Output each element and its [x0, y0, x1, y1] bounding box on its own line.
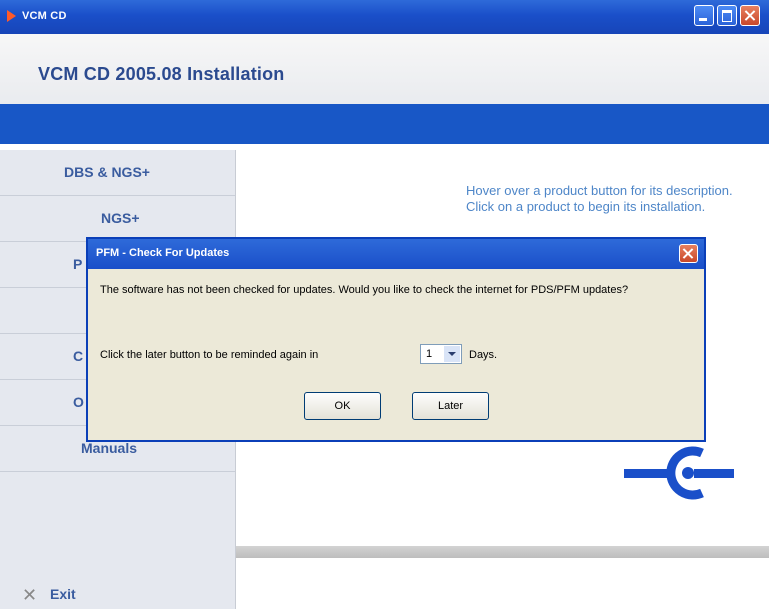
dialog-close-icon[interactable]	[679, 244, 698, 263]
sidebar-item-label: O	[73, 394, 84, 410]
page-title: VCM CD 2005.08 Installation	[38, 64, 285, 84]
dialog-title: PFM - Check For Updates	[96, 247, 230, 259]
close-icon[interactable]	[740, 5, 760, 26]
main-window: VCM CD VCM CD 2005.08 Installation DBS &…	[0, 0, 769, 609]
check-updates-dialog: PFM - Check For Updates The software has…	[86, 237, 706, 442]
days-value: 1	[426, 348, 433, 360]
header-band	[0, 104, 769, 144]
progress-divider	[236, 546, 769, 558]
minimize-icon[interactable]	[694, 5, 714, 26]
title-bar[interactable]: VCM CD	[0, 0, 769, 34]
remind-text: Click the later button to be reminded ag…	[100, 349, 319, 361]
sidebar-item-label: DBS & NGS+	[64, 164, 150, 180]
sidebar-item-label: NGS+	[101, 210, 140, 226]
exit-x-icon: ✕	[22, 585, 38, 605]
hint-text: Hover over a product button for its desc…	[466, 183, 733, 214]
sidebar-item-label: Manuals	[81, 440, 138, 456]
later-button[interactable]: Later	[412, 392, 489, 420]
maximize-icon[interactable]	[717, 5, 737, 26]
days-dropdown[interactable]: 1	[420, 344, 462, 364]
dropdown-arrow-icon[interactable]	[444, 346, 460, 362]
sidebar-item-dbs-ngs[interactable]: DBS & NGS+	[0, 150, 235, 196]
sidebar-item-label: P	[73, 256, 83, 272]
ford-logo-icon	[624, 446, 734, 500]
dialog-title-bar[interactable]: PFM - Check For Updates	[88, 239, 704, 269]
sidebar-item-ngs[interactable]: NGS+	[0, 196, 235, 242]
app-play-icon	[7, 10, 16, 22]
exit-label: Exit	[50, 586, 76, 602]
days-label: Days.	[469, 349, 498, 361]
sidebar-item-label: C	[73, 348, 84, 364]
window-title: VCM CD	[22, 10, 67, 22]
app-header: VCM CD 2005.08 Installation	[0, 34, 769, 104]
ok-button[interactable]: OK	[304, 392, 381, 420]
exit-button[interactable]: ✕ Exit	[0, 578, 235, 609]
dialog-message: The software has not been checked for up…	[100, 284, 629, 296]
